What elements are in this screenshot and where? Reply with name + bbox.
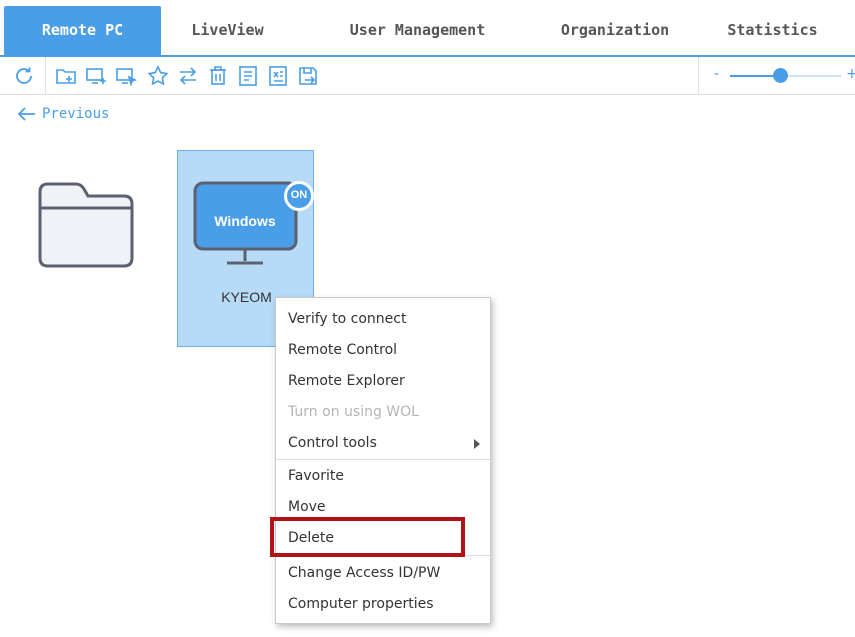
menu-item-remote-explorer[interactable]: Remote Explorer [276,367,490,395]
toolbar: - + [0,57,855,95]
tab-liveview[interactable]: LiveView [165,6,290,57]
menu-item-favorite[interactable]: Favorite [276,462,490,490]
menu-item-control-tools[interactable]: Control tools [276,429,490,457]
arrow-left-icon [18,107,35,121]
zoom-knob[interactable] [773,68,788,83]
menu-item-change-access-id-pw[interactable]: Change Access ID/PW [276,559,490,587]
delete-computer-icon[interactable] [206,64,230,88]
add-computer-icon[interactable] [84,64,108,88]
folder-item[interactable] [36,180,136,270]
os-label: Windows [214,213,276,229]
tab-organization[interactable]: Organization [535,6,695,57]
export-excel-icon[interactable] [266,64,290,88]
tab-user-management[interactable]: User Management [310,6,525,57]
delete-highlight-box [270,517,465,557]
tab-bar: Remote PC LiveView User Management Organ… [0,0,855,57]
swap-icon[interactable] [176,64,200,88]
submenu-arrow-icon [474,439,480,449]
save-export-icon[interactable] [296,64,320,88]
folder-icon [38,182,134,268]
add-folder-icon[interactable] [54,64,78,88]
status-badge: ON [284,181,314,211]
menu-item-control-tools-label: Control tools [288,435,377,451]
previous-label: Previous [42,106,110,122]
zoom-slider[interactable]: - + [706,57,855,95]
menu-item-verify-to-connect[interactable]: Verify to connect [276,305,490,333]
refresh-icon[interactable] [12,64,36,88]
previous-link[interactable]: Previous [18,104,109,124]
context-menu: Verify to connect Remote Control Remote … [275,297,491,624]
zoom-track [781,75,841,77]
favorite-star-icon[interactable] [146,64,170,88]
menu-item-remote-control[interactable]: Remote Control [276,336,490,364]
menu-item-turn-on-wol: Turn on using WOL [288,404,419,420]
tab-statistics[interactable]: Statistics [700,6,845,57]
tab-remote-pc[interactable]: Remote PC [4,6,161,57]
list-view-icon[interactable] [236,64,260,88]
select-computer-icon[interactable] [114,64,138,88]
zoom-plus[interactable]: + [846,66,855,82]
menu-item-computer-properties[interactable]: Computer properties [276,590,490,618]
zoom-minus[interactable]: - [714,66,719,82]
menu-divider [276,459,490,460]
